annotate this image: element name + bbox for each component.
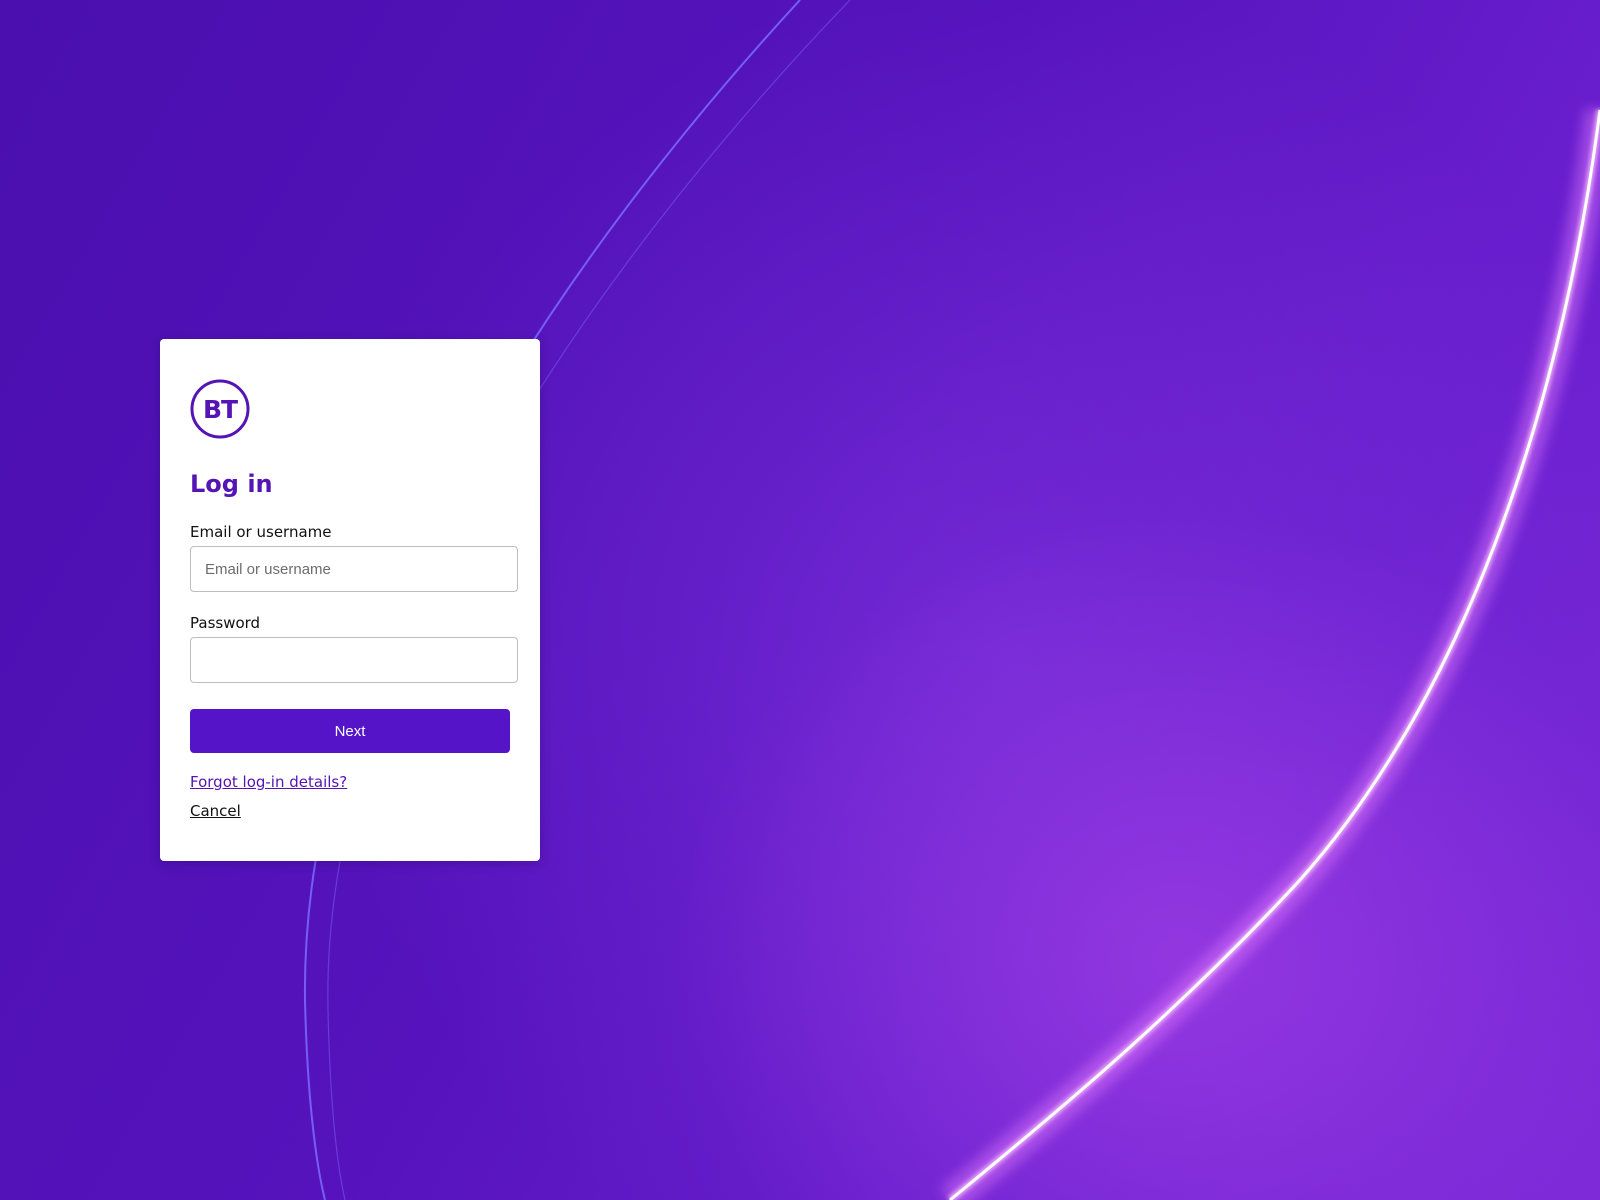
email-label: Email or username <box>190 523 332 541</box>
login-card: BT Log in Email or username Password Nex… <box>160 339 540 861</box>
next-button[interactable]: Next <box>190 709 510 753</box>
password-label: Password <box>190 614 261 632</box>
bt-logo: BT <box>190 379 250 439</box>
bt-logo-text: BT <box>203 395 238 424</box>
cancel-link[interactable]: Cancel <box>190 802 241 820</box>
email-input[interactable] <box>190 546 518 592</box>
login-page: BT Log in Email or username Password Nex… <box>0 0 1600 1200</box>
page-title: Log in <box>190 470 273 498</box>
forgot-login-link[interactable]: Forgot log-in details? <box>190 773 347 791</box>
password-input[interactable] <box>190 637 518 683</box>
